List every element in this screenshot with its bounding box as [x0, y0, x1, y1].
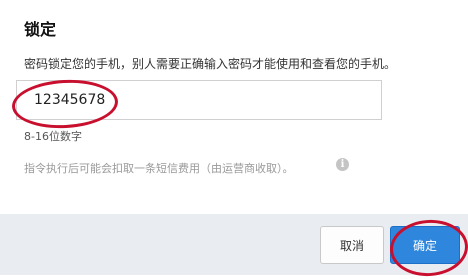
sms-fee-note: 指令执行后可能会扣取一条短信费用（由运营商收取）。: [24, 162, 294, 175]
cancel-button[interactable]: 取消: [320, 226, 384, 264]
password-input[interactable]: [16, 80, 382, 120]
confirm-button[interactable]: 确定: [390, 226, 460, 264]
length-hint: 8-16位数字: [24, 130, 82, 143]
dialog-description: 密码锁定您的手机，别人需要正确输入密码才能使用和查看您的手机。: [24, 57, 397, 71]
info-icon[interactable]: i: [336, 158, 349, 171]
dialog-title: 锁定: [24, 20, 57, 39]
